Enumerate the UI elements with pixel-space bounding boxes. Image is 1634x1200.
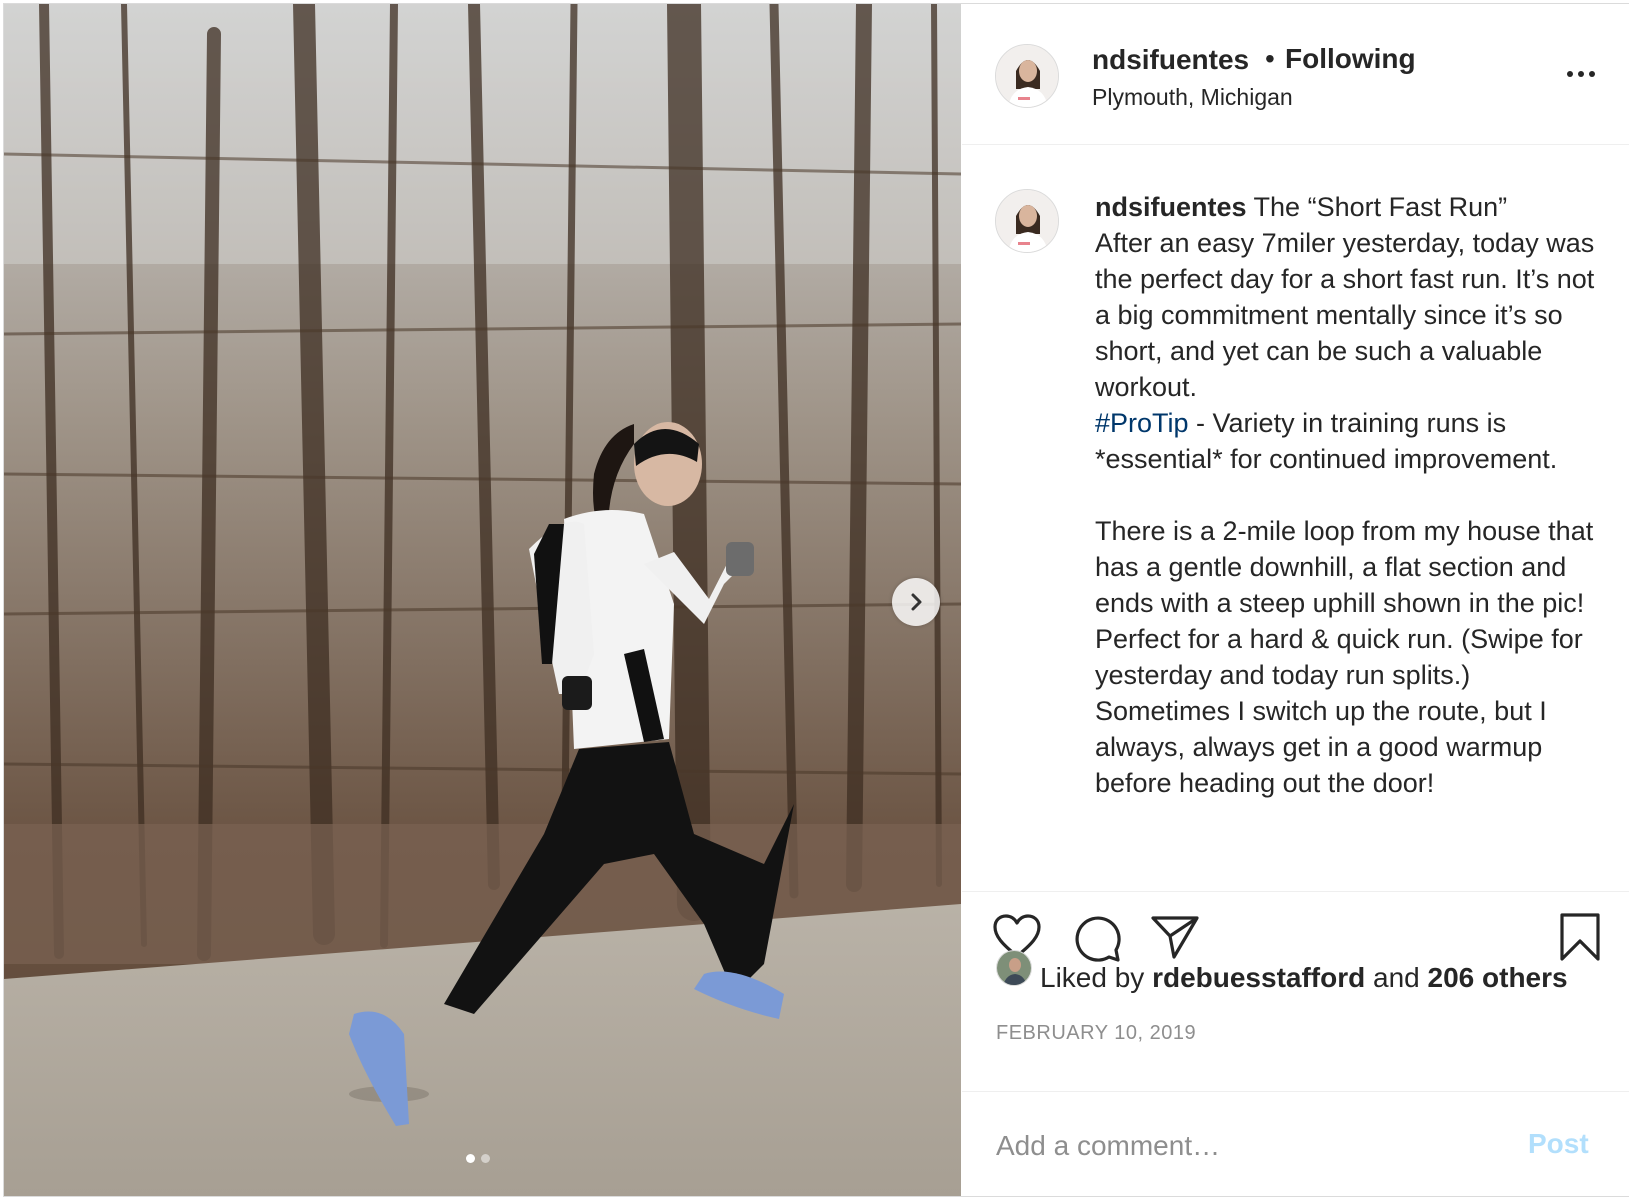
caption-username[interactable]: ndsifuentes (1095, 192, 1247, 222)
action-bar: Liked by rdebuesstafford and 206 others … (962, 891, 1629, 1092)
paper-plane-icon (1151, 916, 1199, 959)
comment-input[interactable] (996, 1126, 1496, 1166)
location-link[interactable]: Plymouth, Michigan (1092, 84, 1293, 111)
likes-prefix: Liked by (1040, 962, 1153, 993)
more-horizontal-icon (1567, 71, 1595, 77)
slide-dot-active (466, 1154, 475, 1163)
header-separator: • (1265, 43, 1275, 74)
caption-text: The “Short Fast Run” After an easy 7mile… (1095, 192, 1595, 402)
post-header: ndsifuentes • Following Plymouth, Michig… (962, 4, 1629, 145)
bookmark-icon (1560, 913, 1600, 961)
caption-overflow-mask (962, 870, 1629, 890)
liker-username[interactable]: rdebuesstafford (1152, 962, 1365, 993)
hashtag-link[interactable]: #ProTip (1095, 408, 1189, 438)
slide-indicator (466, 1154, 490, 1163)
slide-dot (481, 1154, 490, 1163)
caption-text-continued: - Variety in training runs is *essential… (1095, 408, 1594, 798)
post-sidebar: ndsifuentes • Following Plymouth, Michig… (962, 4, 1629, 1196)
comment-button[interactable] (1072, 914, 1122, 967)
caption-scroll-area[interactable]: ndsifuentes The “Short Fast Run” After a… (962, 145, 1629, 890)
profile-picture (997, 951, 1031, 985)
header-username[interactable]: ndsifuentes (1092, 44, 1249, 76)
chevron-right-icon (911, 593, 922, 611)
more-options-button[interactable] (1562, 62, 1602, 86)
post-date[interactable]: FEBRUARY 10, 2019 (996, 1022, 1196, 1045)
instagram-post: ndsifuentes • Following Plymouth, Michig… (3, 3, 1629, 1197)
liker-avatar[interactable] (996, 950, 1032, 986)
comment-form: Post (962, 1091, 1629, 1197)
following-button[interactable]: Following (1285, 43, 1416, 75)
likes-summary: Liked by rdebuesstafford and 206 others (1040, 962, 1568, 994)
share-button[interactable] (1150, 914, 1200, 965)
comment-bubble-icon (1075, 916, 1121, 962)
caption-avatar[interactable] (995, 189, 1059, 253)
running-photo (4, 4, 961, 1196)
profile-picture (996, 45, 1058, 107)
post-caption: ndsifuentes The “Short Fast Run” After a… (1095, 189, 1605, 801)
likes-others-link[interactable]: 206 others (1428, 962, 1568, 993)
post-comment-button[interactable]: Post (1528, 1128, 1589, 1160)
likes-middle: and (1365, 962, 1428, 993)
profile-picture (996, 190, 1058, 252)
next-slide-button[interactable] (892, 578, 940, 626)
post-photo[interactable] (4, 4, 961, 1196)
author-avatar[interactable] (995, 44, 1059, 108)
save-button[interactable] (1558, 912, 1602, 967)
